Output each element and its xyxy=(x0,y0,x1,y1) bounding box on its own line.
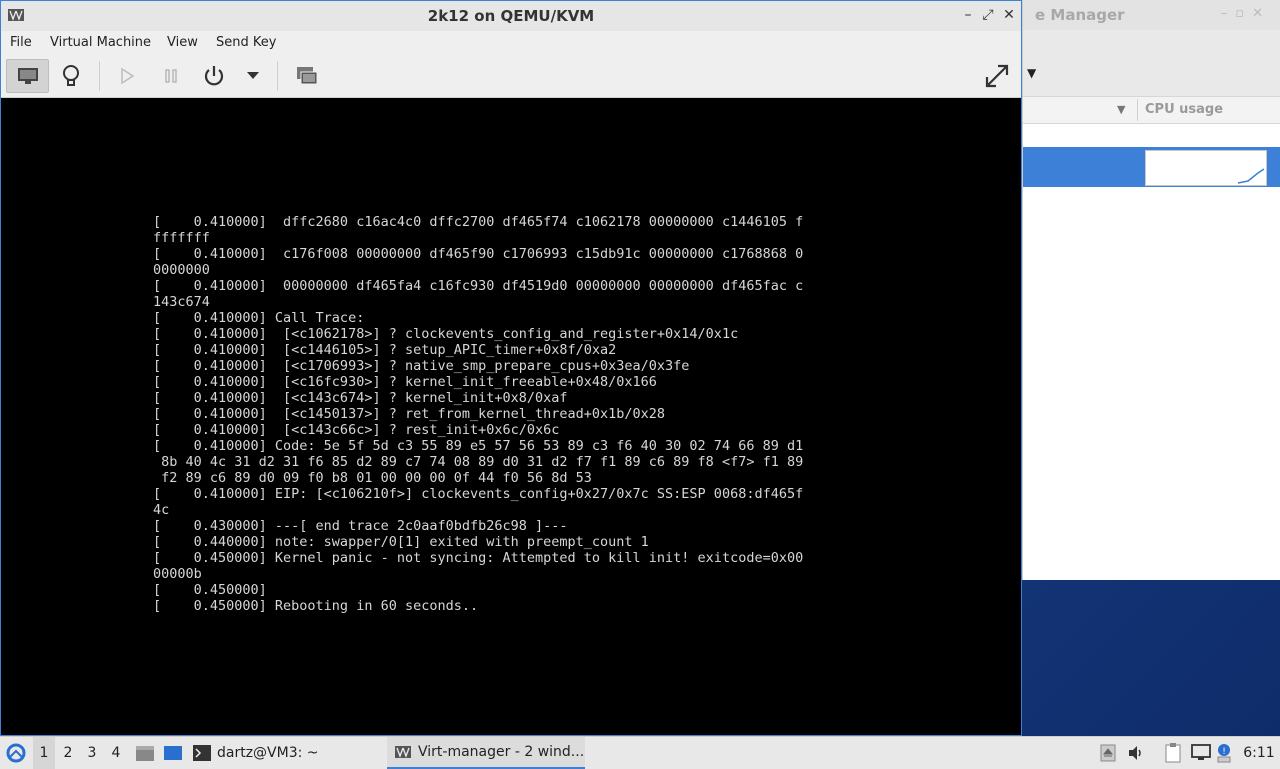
show-console-button[interactable] xyxy=(6,59,49,93)
virt-manager-window[interactable]: e Manager –▫✕ ▼ ▼ CPU usage xyxy=(1022,0,1280,580)
vm-window-titlebar[interactable]: 2k12 on QEMU/KVM – ⤢ ✕ xyxy=(1,1,1021,31)
virt-manager-app-icon xyxy=(395,746,411,758)
workspace-2[interactable]: 2 xyxy=(57,737,79,769)
tray-volume-button[interactable] xyxy=(1126,743,1146,763)
virt-manager-task-label: Virt-manager - 2 wind... xyxy=(418,744,585,760)
cpu-usage-graph xyxy=(1145,150,1267,186)
chevron-down-icon xyxy=(247,72,259,79)
run-button[interactable] xyxy=(111,59,143,93)
taskbar: 1 2 3 4 dartz@VM3: ~ Virt-manager - 2 wi… xyxy=(0,736,1280,769)
file-manager-icon xyxy=(136,746,154,761)
virt-manager-titlebar[interactable]: e Manager –▫✕ xyxy=(1023,0,1280,30)
pause-icon xyxy=(165,69,177,83)
minimize-icon[interactable]: – xyxy=(959,7,977,23)
toolbar-separator xyxy=(277,61,278,91)
window-controls-icon[interactable]: –▫✕ xyxy=(1221,6,1271,21)
fullscreen-icon xyxy=(985,64,1009,88)
workspace-4[interactable]: 4 xyxy=(105,737,127,769)
vm-list-row[interactable] xyxy=(1023,124,1280,147)
workspace-3[interactable]: 3 xyxy=(81,737,103,769)
virt-manager-menubar xyxy=(1023,30,1280,54)
vm-menubar: File Virtual Machine View Send Key xyxy=(1,31,1021,55)
clipboard-icon xyxy=(1165,743,1181,763)
toolbar-separator xyxy=(99,61,100,91)
shutdown-menu-button[interactable] xyxy=(241,59,265,93)
pause-button[interactable] xyxy=(155,59,187,93)
network-icon xyxy=(1191,744,1211,760)
maximize-icon[interactable]: ⤢ xyxy=(979,7,997,23)
lightbulb-icon xyxy=(63,65,79,86)
notification-icon: ! xyxy=(1217,744,1231,763)
column-separator xyxy=(1137,99,1138,121)
console-output: [ 0.410000] dffc2680 c16ac4c0 dffc2700 d… xyxy=(153,214,804,614)
menu-virtual-machine[interactable]: Virtual Machine xyxy=(50,35,151,50)
tray-clipboard-button[interactable] xyxy=(1162,743,1184,763)
start-menu-button[interactable] xyxy=(4,737,28,769)
shutdown-button[interactable] xyxy=(197,59,231,93)
fullscreen-button[interactable] xyxy=(979,59,1015,93)
sort-arrow-icon[interactable]: ▼ xyxy=(1117,103,1125,116)
close-icon[interactable]: ✕ xyxy=(1000,7,1018,23)
menu-view[interactable]: View xyxy=(167,35,198,50)
vm-window-title: 2k12 on QEMU/KVM xyxy=(427,7,595,25)
svg-text:!: ! xyxy=(1222,747,1226,757)
vm-list-header: ▼ CPU usage xyxy=(1023,97,1280,124)
menu-file[interactable]: File xyxy=(10,35,32,50)
dropdown-arrow-icon[interactable]: ▼ xyxy=(1027,66,1036,80)
taskbar-virt-manager-task[interactable]: Virt-manager - 2 wind... xyxy=(387,737,585,769)
power-icon xyxy=(204,66,224,86)
show-details-button[interactable] xyxy=(53,59,89,93)
vm-list-row-selected[interactable] xyxy=(1023,147,1280,187)
clock[interactable]: 6:11 xyxy=(1240,737,1278,769)
terminal-task-label: dartz@VM3: ~ xyxy=(217,745,319,761)
file-manager-launcher[interactable] xyxy=(134,737,156,769)
tray-notification-button[interactable]: ! xyxy=(1214,743,1234,763)
clock-label: 6:11 xyxy=(1243,745,1275,761)
volume-icon xyxy=(1129,746,1141,760)
lxqt-logo-icon xyxy=(6,743,26,763)
show-desktop-button[interactable] xyxy=(162,737,184,769)
tray-network-button[interactable] xyxy=(1190,743,1212,763)
virt-manager-title: e Manager xyxy=(1035,6,1125,24)
snapshots-button[interactable] xyxy=(291,59,323,93)
taskbar-terminal-task[interactable]: dartz@VM3: ~ xyxy=(193,737,373,769)
tray-eject-button[interactable] xyxy=(1098,743,1118,763)
vm-console-display[interactable]: [ 0.410000] dffc2680 c16ac4c0 dffc2700 d… xyxy=(3,98,1021,735)
workspace-1[interactable]: 1 xyxy=(33,737,55,769)
vm-toolbar xyxy=(1,55,1021,98)
virt-manager-toolbar: ▼ xyxy=(1023,54,1280,97)
terminal-icon xyxy=(193,745,211,761)
vm-console-window[interactable]: 2k12 on QEMU/KVM – ⤢ ✕ File Virtual Mach… xyxy=(0,0,1022,736)
play-icon xyxy=(121,67,135,85)
eject-icon xyxy=(1100,744,1116,762)
cpu-usage-column-header[interactable]: CPU usage xyxy=(1145,102,1223,117)
menu-send-key[interactable]: Send Key xyxy=(216,35,276,50)
monitor-icon xyxy=(17,68,38,84)
desktop-icon xyxy=(164,746,182,760)
snapshots-icon xyxy=(297,67,318,85)
